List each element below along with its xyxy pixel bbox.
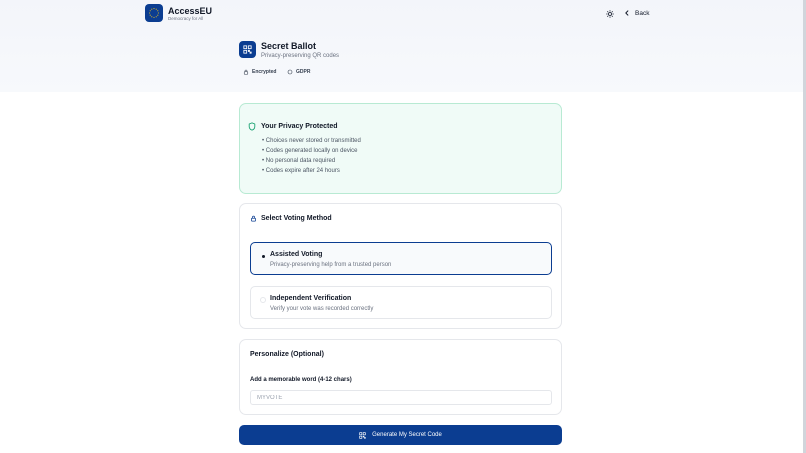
- brand-name: AccessEU: [168, 6, 213, 16]
- back-button-label: Back: [635, 9, 650, 17]
- privacy-title-text: Your Privacy Protected: [261, 123, 338, 130]
- qr-code-icon: [239, 41, 256, 58]
- option-label: Assisted Voting: [270, 251, 323, 258]
- brand-tagline: Democracy for All: [168, 16, 204, 21]
- option-label: Independent Verification: [270, 295, 352, 302]
- page-title: Secret Ballot: [261, 41, 317, 51]
- top-bar: AccessEU Democracy for All Back: [0, 0, 806, 28]
- personalize-title: Personalize (Optional): [250, 351, 324, 358]
- option-independent-verification[interactable]: Independent Verification Verify your vot…: [250, 286, 552, 319]
- privacy-title: Your Privacy Protected: [248, 122, 338, 131]
- memorable-word-label: Add a memorable word (4-12 chars): [250, 377, 352, 383]
- generate-code-button-label: Generate My Secret Code: [372, 432, 442, 438]
- eu-stars-icon[interactable]: [145, 4, 163, 22]
- option-description: Verify your vote was recorded correctly: [270, 306, 374, 312]
- lock-icon: [243, 69, 249, 75]
- voting-method-card: Select Voting Method Assisted Voting Pri…: [239, 203, 562, 329]
- lock-icon: [251, 215, 256, 222]
- list-item: Codes generated locally on device: [262, 146, 361, 156]
- generate-code-button[interactable]: Generate My Secret Code: [239, 425, 562, 445]
- back-button[interactable]: Back: [624, 6, 649, 20]
- encrypted-badge: Encrypted: [243, 66, 276, 77]
- list-item: No personal data required: [262, 156, 361, 166]
- voting-method-title-text: Select Voting Method: [261, 215, 332, 222]
- qr-code-icon: [359, 431, 366, 439]
- list-item: Codes expire after 24 hours: [262, 166, 361, 176]
- privacy-list: Choices never stored or transmitted Code…: [262, 136, 361, 176]
- sun-icon: [606, 10, 614, 18]
- memorable-word-input[interactable]: [250, 390, 552, 405]
- encrypted-badge-label: Encrypted: [252, 68, 277, 75]
- personalize-card: Personalize (Optional) Add a memorable w…: [239, 339, 562, 415]
- radio-indicator[interactable]: [260, 253, 266, 259]
- gdpr-badge-label: GDPR: [296, 68, 311, 75]
- radio-indicator[interactable]: [260, 297, 266, 303]
- theme-toggle-button[interactable]: [604, 8, 616, 20]
- page-subtitle: Privacy-preserving QR codes: [261, 53, 340, 59]
- option-assisted-voting[interactable]: Assisted Voting Privacy-preserving help …: [250, 242, 552, 275]
- circle-icon: [287, 69, 293, 74]
- chevron-left-icon: [625, 10, 629, 16]
- privacy-card: Your Privacy Protected Choices never sto…: [239, 103, 562, 194]
- gdpr-badge: GDPR: [287, 66, 310, 77]
- shield-icon: [248, 122, 256, 131]
- list-item: Choices never stored or transmitted: [262, 136, 361, 146]
- option-description: Privacy-preserving help from a trusted p…: [270, 262, 392, 268]
- voting-method-title: Select Voting Method: [250, 215, 332, 222]
